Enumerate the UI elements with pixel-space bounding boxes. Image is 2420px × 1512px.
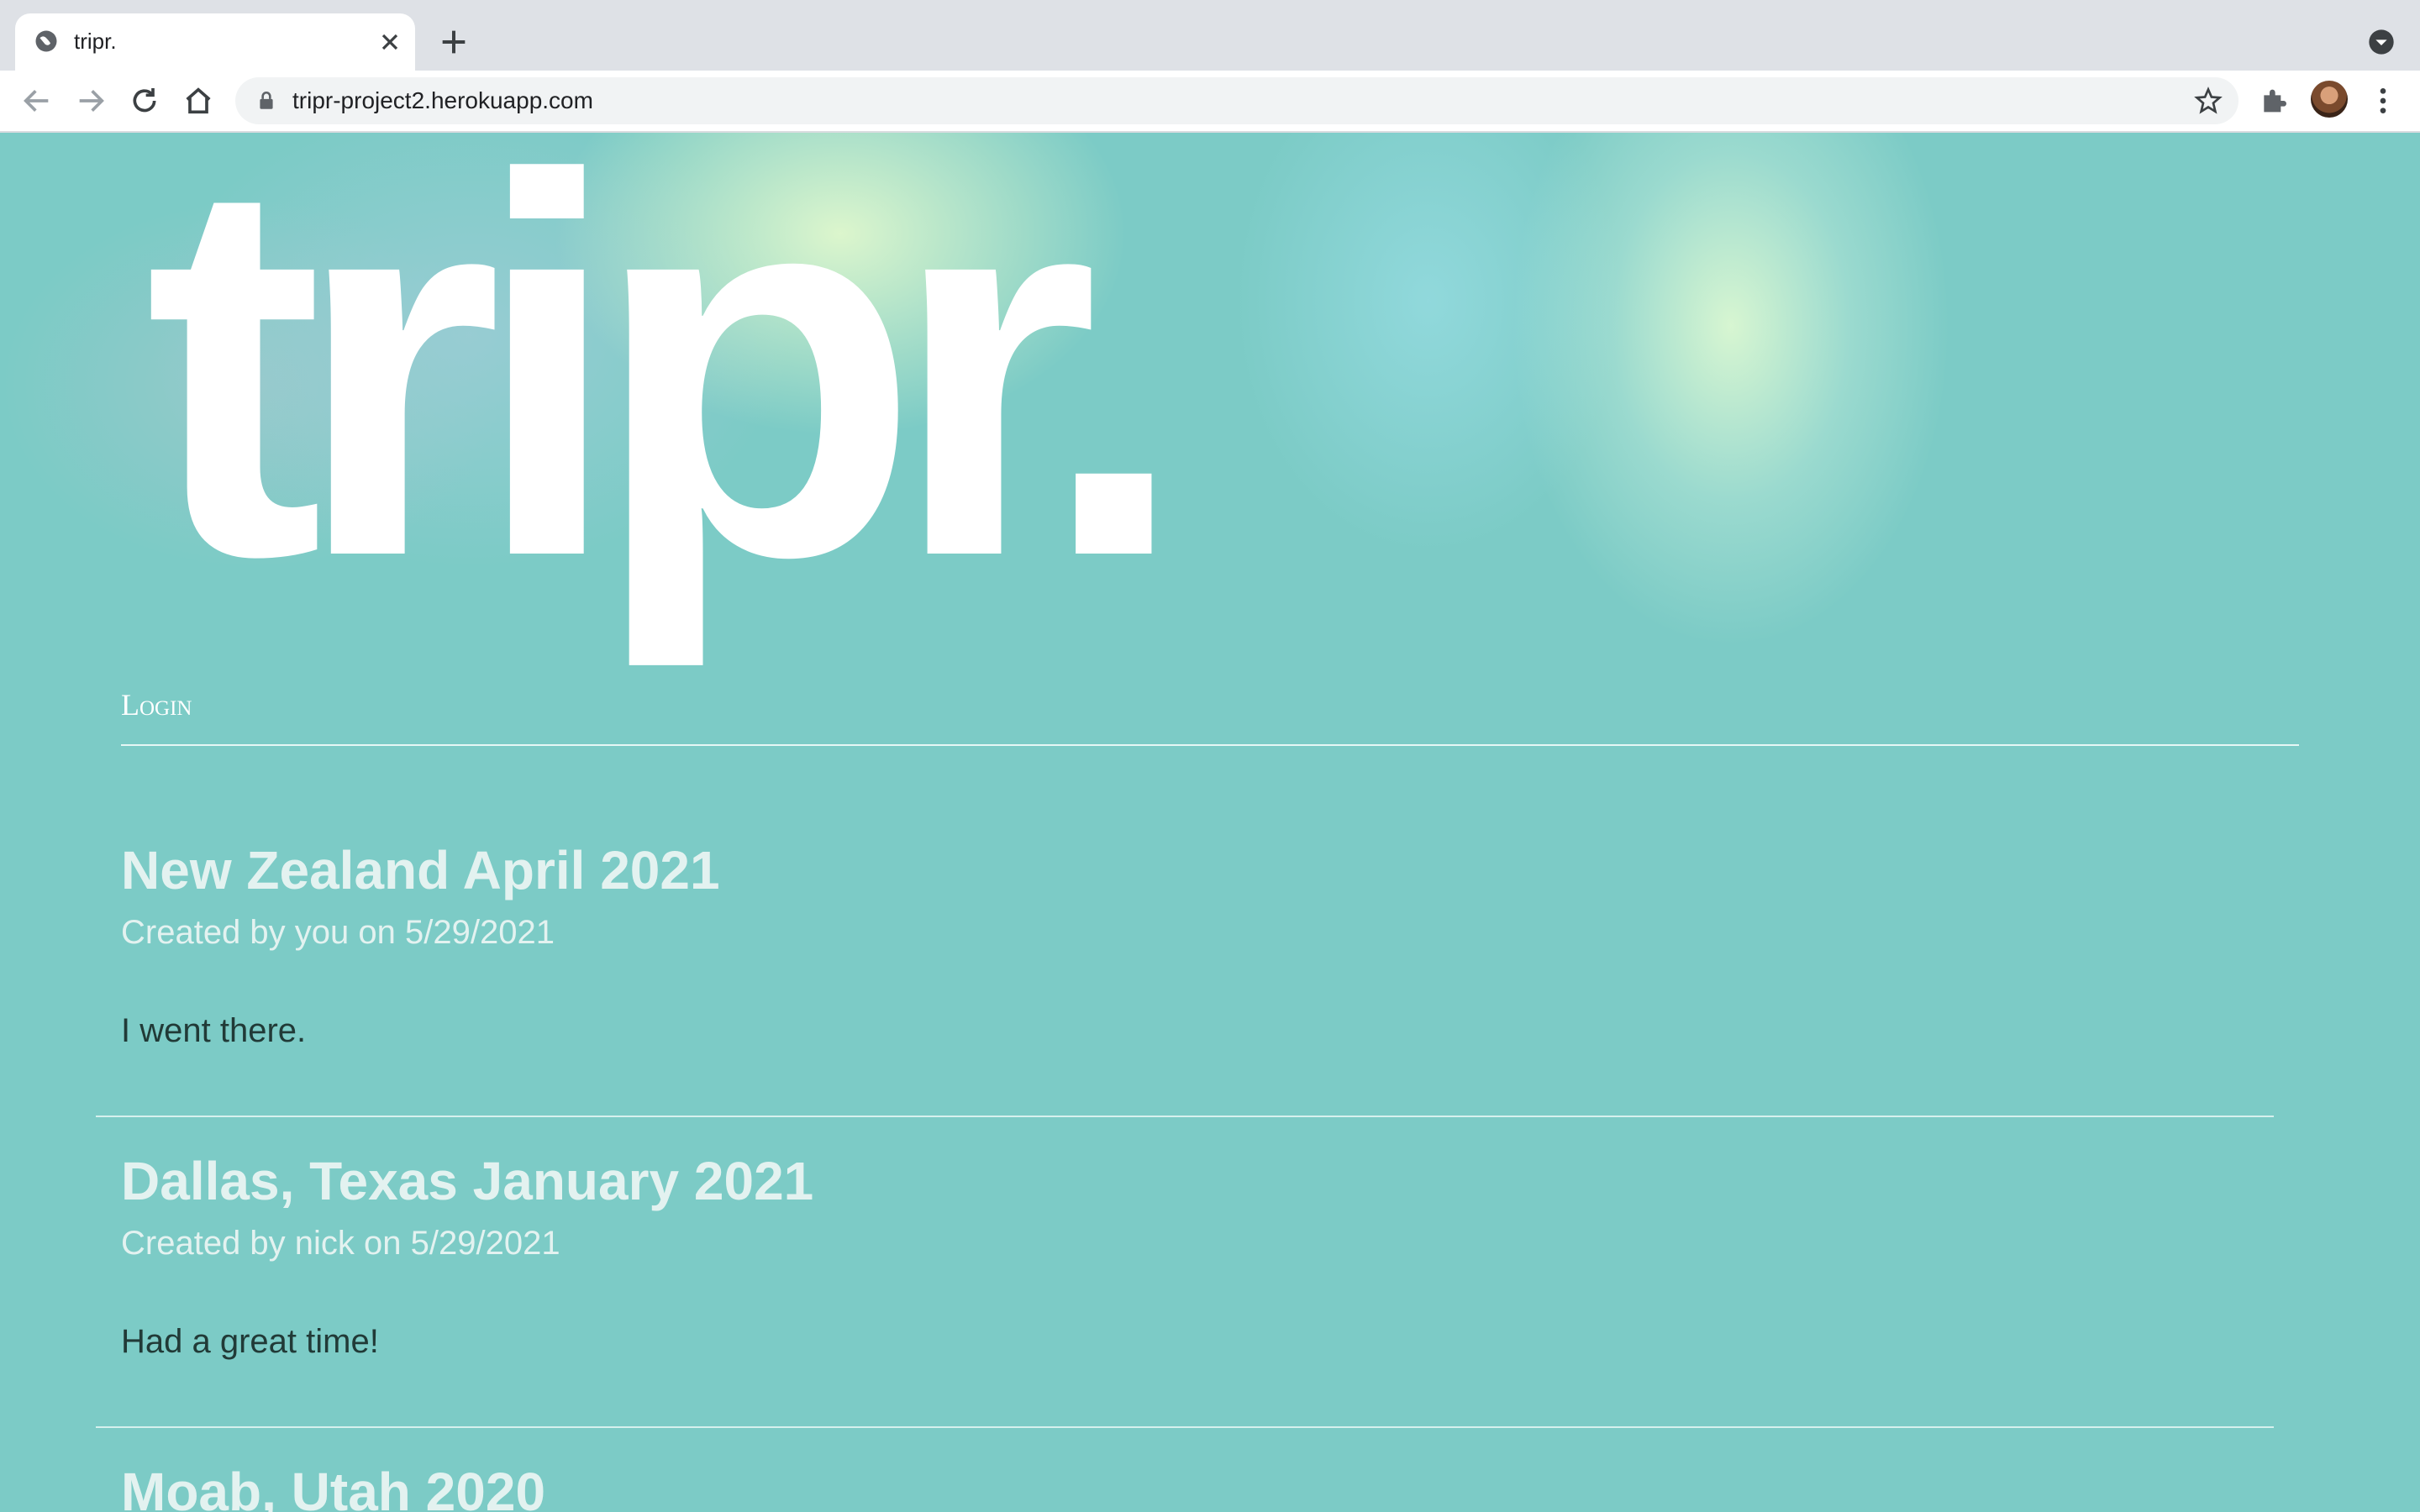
plus-icon[interactable]: [437, 25, 471, 59]
trip-title[interactable]: New Zealand April 2021: [121, 843, 2306, 897]
trip-divider: [96, 1116, 2274, 1117]
trip-divider: [96, 1426, 2274, 1428]
browser-toolbar: tripr-project2.herokuapp.com: [0, 71, 2420, 133]
header-divider: [121, 744, 2299, 746]
globe-icon: [35, 30, 57, 52]
site-logo: tripr.: [145, 133, 1188, 668]
chevron-down-icon[interactable]: [2368, 29, 2395, 55]
trip-meta: Created by nick on 5/29/2021: [121, 1225, 560, 1262]
avatar[interactable]: [2311, 81, 2348, 118]
trip-card: Dallas, Texas January 2021 Created by ni…: [121, 1154, 2306, 1361]
close-icon[interactable]: [376, 29, 403, 55]
address-bar[interactable]: tripr-project2.herokuapp.com: [235, 77, 2238, 124]
reload-icon[interactable]: [128, 84, 161, 118]
trip-description: Had a great time!: [121, 1323, 379, 1360]
tab-title: tripr.: [74, 29, 117, 54]
trip-description: I went there.: [121, 1012, 307, 1049]
page-content: tripr. Login New Zealand April 2021 Crea…: [0, 133, 2420, 1512]
trip-card: Moab, Utah 2020: [121, 1465, 2306, 1512]
trip-card: New Zealand April 2021 Created by you on…: [121, 843, 2306, 1050]
browser-tab[interactable]: tripr.: [15, 13, 415, 71]
trip-title[interactable]: Moab, Utah 2020: [121, 1465, 2306, 1512]
star-icon[interactable]: [2193, 86, 2223, 116]
trip-title[interactable]: Dallas, Texas January 2021: [121, 1154, 2306, 1208]
puzzle-icon[interactable]: [2257, 84, 2291, 118]
home-icon[interactable]: [182, 84, 215, 118]
lock-icon[interactable]: [255, 89, 277, 113]
kebab-menu-icon[interactable]: [2366, 84, 2400, 118]
back-arrow-icon[interactable]: [20, 84, 54, 118]
tab-strip: tripr.: [0, 0, 2420, 71]
forward-arrow-icon[interactable]: [74, 84, 108, 118]
trip-meta: Created by you on 5/29/2021: [121, 914, 555, 951]
login-link[interactable]: Login: [121, 687, 192, 722]
url-text[interactable]: tripr-project2.herokuapp.com: [292, 87, 593, 114]
